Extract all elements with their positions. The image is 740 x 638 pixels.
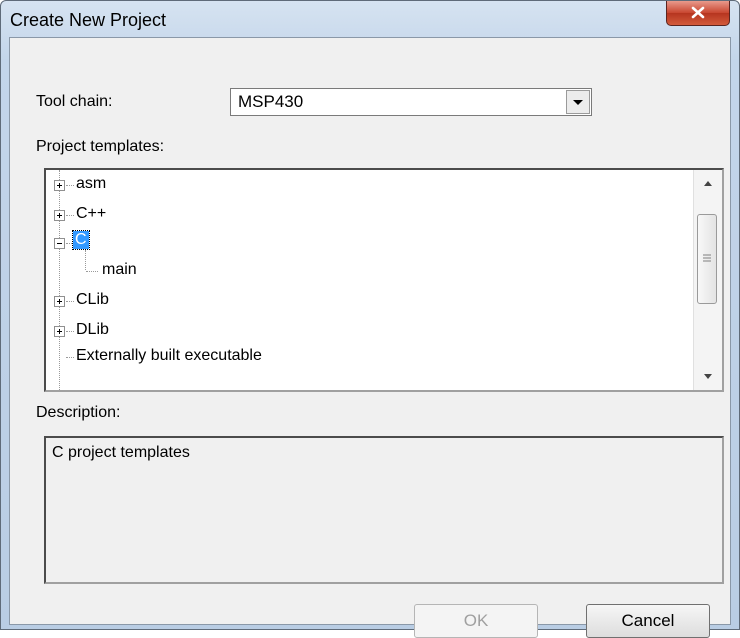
create-new-project-dialog: Create New Project Tool chain: MSP430 Pr…	[0, 0, 740, 638]
tree-connector	[66, 185, 74, 187]
toolchain-dropdown-button[interactable]	[566, 90, 590, 114]
tree-connector	[66, 357, 74, 359]
tree-connector	[86, 271, 98, 273]
tree-item-c[interactable]: C	[46, 230, 686, 256]
grip-icon	[703, 254, 711, 262]
description-text: C project templates	[52, 444, 190, 461]
expand-icon[interactable]	[54, 180, 65, 191]
cancel-button[interactable]: Cancel	[586, 604, 710, 638]
dropdown-arrow-icon	[573, 100, 583, 105]
close-button[interactable]	[666, 1, 730, 26]
expand-icon[interactable]	[54, 210, 65, 221]
description-label: Description:	[36, 404, 121, 421]
project-templates-label: Project templates:	[36, 138, 165, 155]
project-templates-tree[interactable]: asm C++ C main CLib DLib Externally buil…	[44, 168, 724, 392]
expand-icon[interactable]	[54, 296, 65, 307]
collapse-icon[interactable]	[54, 238, 65, 249]
title-bar[interactable]: Create New Project	[1, 1, 739, 37]
tree-item-label: DLib	[76, 321, 109, 338]
tree-vertical-scrollbar[interactable]	[693, 170, 722, 390]
toolchain-select[interactable]: MSP430	[230, 88, 592, 116]
toolchain-label: Tool chain:	[36, 93, 113, 110]
scroll-down-arrow-icon[interactable]	[695, 366, 721, 386]
tree-connector	[66, 243, 72, 245]
tree-connector	[66, 215, 74, 217]
dialog-body: Tool chain: MSP430 Project templates: as…	[9, 37, 731, 638]
close-icon	[691, 6, 705, 19]
scrollbar-thumb[interactable]	[697, 214, 717, 304]
tree-item-dlib[interactable]: DLib	[46, 318, 686, 344]
tree-item-main[interactable]: main	[46, 258, 686, 284]
tree-connector	[66, 301, 74, 303]
tree-item-label: main	[102, 261, 137, 278]
tree-item-asm[interactable]: asm	[46, 172, 686, 198]
scroll-up-arrow-icon[interactable]	[695, 174, 721, 194]
toolchain-value: MSP430	[238, 92, 304, 111]
window-title: Create New Project	[10, 10, 167, 30]
description-box: C project templates	[44, 436, 724, 584]
tree-item-clib[interactable]: CLib	[46, 288, 686, 314]
tree-item-label: asm	[76, 175, 107, 192]
tree-item-externally-built-executable[interactable]: Externally built executable	[46, 344, 686, 370]
tree-item-label: C	[72, 230, 90, 250]
ok-button[interactable]: OK	[414, 604, 538, 638]
tree-item-cpp[interactable]: C++	[46, 202, 686, 228]
tree-item-label: CLib	[76, 291, 109, 308]
tree-connector	[66, 331, 74, 333]
tree-item-label: C++	[76, 205, 107, 222]
expand-icon[interactable]	[54, 326, 65, 337]
tree-item-label: Externally built executable	[76, 347, 262, 364]
